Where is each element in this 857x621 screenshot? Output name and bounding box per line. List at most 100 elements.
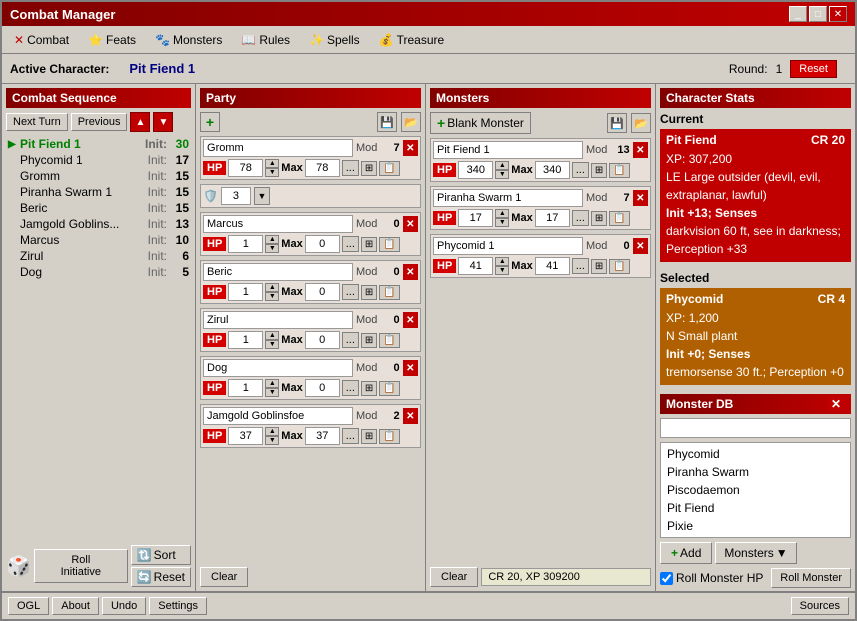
db-list-item[interactable]: Pit Fiend	[663, 499, 848, 517]
db-list-item[interactable]: Piscodaemon	[663, 481, 848, 499]
combat-row[interactable]: Piranha Swarm 1 Init: 15	[6, 184, 191, 200]
monster-hp-dots-button[interactable]: ...	[572, 258, 589, 274]
roll-initiative-button[interactable]: RollInitiative	[34, 549, 128, 583]
combat-row[interactable]: ▶ Pit Fiend 1 Init: 30	[6, 136, 191, 152]
up-arrow-button[interactable]: ▲	[130, 112, 150, 132]
hp-down-button[interactable]: ▼	[265, 292, 279, 301]
remove-char-button[interactable]: ✕	[403, 216, 418, 232]
party-save-icon[interactable]: 💾	[377, 112, 397, 132]
monster-hp-input[interactable]	[458, 161, 493, 179]
hp-table-button[interactable]: ⊞	[361, 285, 377, 300]
hp-up-button[interactable]: ▲	[265, 159, 279, 168]
maximize-button[interactable]: □	[809, 6, 827, 22]
monster-name-input[interactable]	[433, 189, 583, 207]
combat-row[interactable]: Jamgold Goblins... Init: 13	[6, 216, 191, 232]
char-name-input[interactable]	[203, 263, 353, 281]
remove-monster-button[interactable]: ✕	[633, 238, 648, 254]
monster-hp-dots-button[interactable]: ...	[572, 210, 589, 226]
previous-button[interactable]: Previous	[71, 113, 128, 131]
monster-hp-up-button[interactable]: ▲	[495, 209, 509, 218]
monster-hp-down-button[interactable]: ▼	[495, 218, 509, 227]
hp-book-button[interactable]: 📋	[379, 381, 399, 396]
menu-combat[interactable]: ✕ Combat	[7, 30, 76, 50]
close-button[interactable]: ✕	[829, 6, 847, 22]
add-monster-button[interactable]: + Add	[660, 542, 712, 564]
hp-table-button[interactable]: ⊞	[361, 161, 377, 176]
char-name-input[interactable]	[203, 359, 353, 377]
hp-input[interactable]	[228, 159, 263, 177]
monster-hp-up-button[interactable]: ▲	[495, 257, 509, 266]
max-hp-input[interactable]	[305, 283, 340, 301]
monster-hp-table-button[interactable]: ⊞	[591, 163, 607, 178]
monster-max-hp-input[interactable]	[535, 209, 570, 227]
next-turn-button[interactable]: Next Turn	[6, 113, 68, 131]
monster-hp-up-button[interactable]: ▲	[495, 161, 509, 170]
hp-book-button[interactable]: 📋	[379, 333, 399, 348]
db-list-item[interactable]: Pixie	[663, 517, 848, 535]
max-hp-input[interactable]	[305, 331, 340, 349]
remove-char-button[interactable]: ✕	[403, 360, 418, 376]
hp-table-button[interactable]: ⊞	[361, 333, 377, 348]
round-reset-button[interactable]: Reset	[790, 60, 837, 78]
char-name-input[interactable]	[203, 215, 353, 233]
monsters-save-icon[interactable]: 💾	[607, 113, 627, 133]
hp-up-button[interactable]: ▲	[265, 379, 279, 388]
monsters-load-icon[interactable]: 📂	[631, 113, 651, 133]
hp-down-button[interactable]: ▼	[265, 436, 279, 445]
combat-row[interactable]: Dog Init: 5	[6, 264, 191, 280]
hp-dots-button[interactable]: ...	[342, 284, 359, 300]
combat-row[interactable]: Zirul Init: 6	[6, 248, 191, 264]
monster-hp-down-button[interactable]: ▼	[495, 266, 509, 275]
combat-reset-button[interactable]: 🔄 Reset	[131, 567, 191, 587]
roll-initiative-area[interactable]: 🎲	[6, 554, 31, 579]
monster-hp-book-button[interactable]: 📋	[609, 259, 629, 274]
combat-row[interactable]: Marcus Init: 10	[6, 232, 191, 248]
sort-button[interactable]: 🔃 Sort	[131, 545, 191, 565]
party-load-icon[interactable]: 📂	[401, 112, 421, 132]
remove-monster-button[interactable]: ✕	[633, 190, 648, 206]
about-button[interactable]: About	[52, 597, 99, 615]
remove-char-button[interactable]: ✕	[403, 264, 418, 280]
monster-hp-input[interactable]	[458, 257, 493, 275]
minimize-button[interactable]: _	[789, 6, 807, 22]
hp-dots-button[interactable]: ...	[342, 332, 359, 348]
hp-input[interactable]	[228, 283, 263, 301]
max-hp-input[interactable]	[305, 235, 340, 253]
monsters-clear-button[interactable]: Clear	[430, 567, 478, 587]
monster-hp-input[interactable]	[458, 209, 493, 227]
hp-dots-button[interactable]: ...	[342, 160, 359, 176]
monsters-dropdown-button[interactable]: Monsters ▼	[715, 542, 796, 564]
hp-book-button[interactable]: 📋	[379, 237, 399, 252]
hp-up-button[interactable]: ▲	[265, 235, 279, 244]
monster-hp-down-button[interactable]: ▼	[495, 170, 509, 179]
remove-char-button[interactable]: ✕	[403, 312, 418, 328]
hp-input[interactable]	[228, 427, 263, 445]
monster-hp-book-button[interactable]: 📋	[609, 211, 629, 226]
menu-spells[interactable]: ✨ Spells	[302, 30, 367, 50]
monster-hp-table-button[interactable]: ⊞	[591, 211, 607, 226]
blank-monster-button[interactable]: + Blank Monster	[430, 112, 531, 134]
hp-input[interactable]	[228, 235, 263, 253]
menu-monsters[interactable]: 🐾 Monsters	[148, 30, 229, 50]
undo-button[interactable]: Undo	[102, 597, 146, 615]
max-hp-input[interactable]	[305, 427, 340, 445]
hp-table-button[interactable]: ⊞	[361, 381, 377, 396]
hp-up-button[interactable]: ▲	[265, 331, 279, 340]
hp-down-button[interactable]: ▼	[265, 168, 279, 177]
three-dropdown[interactable]: ▼	[254, 187, 270, 205]
hp-up-button[interactable]: ▲	[265, 427, 279, 436]
char-name-input[interactable]	[203, 139, 353, 157]
remove-monster-button[interactable]: ✕	[633, 142, 648, 158]
monster-db-search[interactable]	[660, 418, 851, 438]
combat-row[interactable]: Phycomid 1 Init: 17	[6, 152, 191, 168]
hp-book-button[interactable]: 📋	[379, 429, 399, 444]
hp-book-button[interactable]: 📋	[379, 161, 399, 176]
hp-up-button[interactable]: ▲	[265, 283, 279, 292]
monster-max-hp-input[interactable]	[535, 257, 570, 275]
hp-table-button[interactable]: ⊞	[361, 237, 377, 252]
add-party-button[interactable]: +	[200, 112, 220, 132]
monster-max-hp-input[interactable]	[535, 161, 570, 179]
remove-char-button[interactable]: ✕	[403, 140, 418, 156]
combat-row[interactable]: Gromm Init: 15	[6, 168, 191, 184]
hp-dots-button[interactable]: ...	[342, 236, 359, 252]
